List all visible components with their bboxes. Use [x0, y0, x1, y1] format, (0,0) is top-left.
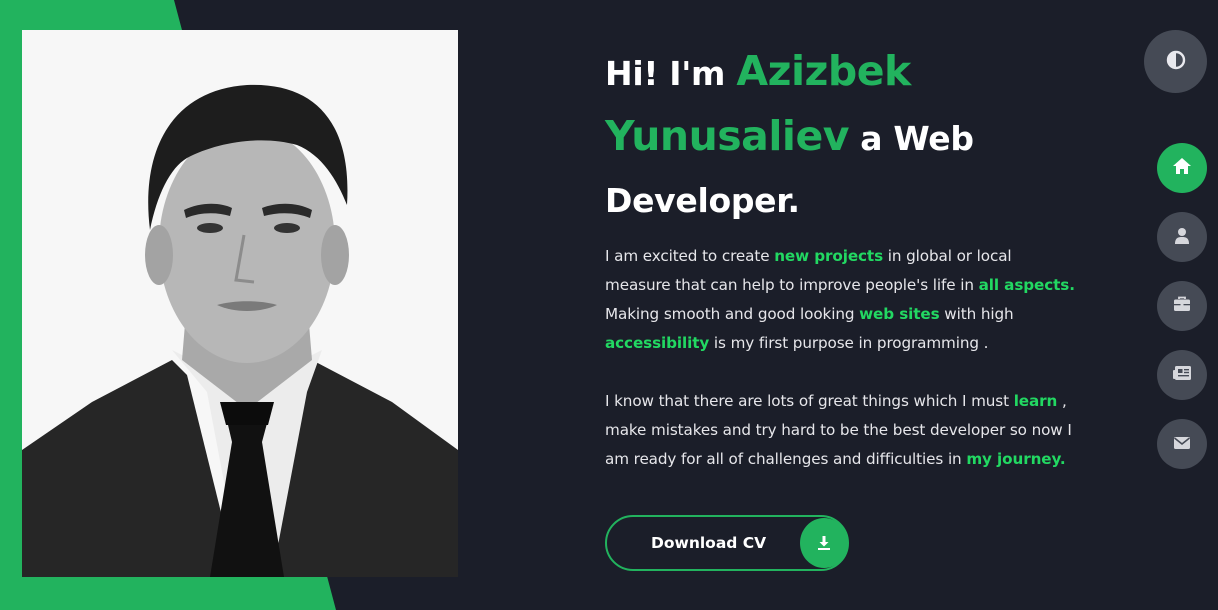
bio-text: Making smooth and good looking: [605, 305, 860, 323]
intro-content: Hi! I'm Azizbek Yunusaliev a Web Develop…: [605, 40, 1085, 474]
theme-toggle-button[interactable]: [1144, 30, 1207, 93]
newspaper-icon: [1172, 365, 1192, 385]
bio-highlight: new projects: [774, 247, 884, 265]
bio-text: I know that there are lots of great thin…: [605, 392, 1014, 410]
bio-text: I am excited to create: [605, 247, 775, 265]
bio-highlight: all aspects.: [978, 276, 1075, 294]
nav-blog[interactable]: [1157, 350, 1207, 400]
role-prefix: a Web: [860, 119, 974, 158]
bio-text: is my first purpose in programming .: [709, 334, 989, 352]
bio-highlight: accessibility: [605, 334, 710, 352]
contrast-icon: [1166, 50, 1186, 74]
name-first: Azizbek: [736, 47, 911, 95]
bio-highlight: web sites: [859, 305, 940, 323]
nav-portfolio[interactable]: [1157, 281, 1207, 331]
nav-contact[interactable]: [1157, 419, 1207, 469]
download-cv-label: Download CV: [651, 534, 767, 552]
hero-headline: Hi! I'm Azizbek Yunusaliev a Web Develop…: [605, 40, 1085, 232]
nav-home[interactable]: [1157, 143, 1207, 193]
name-last: Yunusaliev: [605, 112, 849, 160]
nav-about[interactable]: [1157, 212, 1207, 262]
home-page: Hi! I'm Azizbek Yunusaliev a Web Develop…: [0, 0, 1218, 610]
user-icon: [1174, 227, 1190, 248]
bio-highlight: my journey.: [966, 450, 1066, 468]
greeting-text: Hi! I'm: [605, 54, 726, 93]
role-suffix: Developer.: [605, 181, 800, 220]
download-icon: [800, 518, 848, 568]
bio-paragraph-1: I am excited to create new projects in g…: [605, 242, 1075, 358]
bio-paragraph-2: I know that there are lots of great thin…: [605, 387, 1075, 474]
home-icon: [1172, 157, 1192, 179]
envelope-icon: [1173, 435, 1191, 454]
briefcase-icon: [1173, 296, 1191, 316]
download-cv-button[interactable]: Download CV: [605, 515, 849, 571]
bio-highlight: learn: [1013, 392, 1058, 410]
profile-photo: [22, 30, 458, 577]
bio-text: with high: [939, 305, 1014, 323]
side-navigation: [1157, 143, 1207, 488]
